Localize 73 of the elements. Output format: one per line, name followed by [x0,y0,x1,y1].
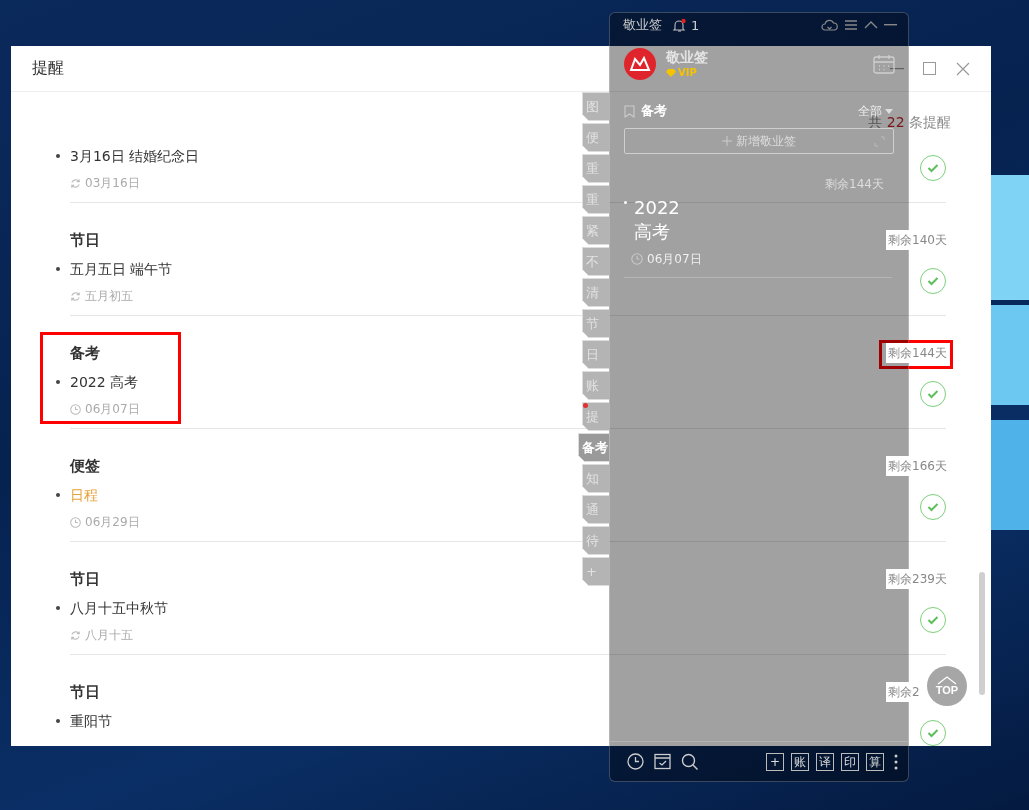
notification-count: 1 [691,17,700,33]
check-icon [927,502,939,512]
clock-icon[interactable] [627,753,644,770]
bullet-icon [56,154,60,158]
bullet-icon [624,201,627,204]
square-icon [923,62,936,75]
clock-icon [631,253,643,265]
days-remaining: 剩余140天 [886,230,949,250]
check-icon [927,389,939,399]
plus-icon [722,136,732,146]
menu-icon[interactable] [844,19,858,31]
vip-badge: VIP [666,67,708,79]
reminder-date: 八月十五 [85,627,133,644]
bullet-icon [56,267,60,271]
reminder-date: 06月07日 [85,401,140,418]
reminder-item[interactable]: 五月五日 端午节 [70,258,173,280]
brand-name: 敬业签 [666,49,708,65]
cloud-sync-icon[interactable] [821,18,838,32]
category-tab[interactable]: + [582,557,609,586]
check-icon [927,728,939,738]
check-icon [927,615,939,625]
window-title: 提醒 [32,58,64,79]
caret-icon [885,108,893,114]
repeat-icon [70,290,81,302]
group-heading: 节日 [70,569,100,590]
group-heading: 节日 [70,682,100,703]
minimize-icon[interactable] [884,23,898,27]
bell-icon[interactable] [672,17,687,33]
bullet-icon [56,719,60,723]
chevron-up-icon [937,676,957,685]
tool-key[interactable]: 算 [866,752,884,771]
repeat-icon [70,177,81,189]
note-date: 06月07日 [647,250,702,268]
tool-key[interactable]: 账 [791,752,809,771]
more-icon[interactable] [894,753,898,770]
tool-key[interactable]: + [766,752,784,771]
reminder-date: 06月29日 [85,514,140,531]
reminder-date: 03月16日 [85,175,140,192]
back-to-top-button[interactable]: TOP [927,666,967,706]
days-remaining: 剩余239天 [886,569,949,589]
reminder-item[interactable]: 日程 [70,484,98,506]
note-text[interactable]: 2022 高考 [634,196,686,244]
days-remaining: 剩余144天 [886,343,949,363]
bullet-icon [56,606,60,610]
days-remaining: 剩余166天 [886,456,949,476]
category-title: 备考 [641,102,667,120]
reminder-item[interactable]: 3月16日 结婚纪念日 [70,145,200,167]
minus-icon [889,67,904,70]
bullet-icon [56,380,60,384]
repeat-icon [70,629,81,641]
group-heading: 备考 [70,343,100,364]
calendar-check-icon[interactable] [654,753,671,770]
clock-icon [70,516,81,528]
bullet-icon [56,493,60,497]
reminder-item[interactable]: 2022 高考 [70,371,139,393]
tool-key[interactable]: 译 [816,752,834,771]
group-heading: 节日 [70,230,100,251]
category-tab[interactable]: 备考 [578,433,609,462]
collapse-icon[interactable] [864,20,878,30]
search-icon[interactable] [681,752,699,771]
reminder-item[interactable]: 重阳节 [70,710,112,732]
days-remaining: 剩余2 [886,682,922,702]
app-name: 敬业签 [623,16,662,34]
clock-icon [70,403,81,415]
tool-key[interactable]: 印 [841,752,859,771]
bookmark-icon [624,104,635,118]
reminder-item[interactable]: 八月十五中秋节 [70,597,168,619]
scrollbar-thumb[interactable] [979,572,985,695]
reminder-date: 五月初五 [85,288,133,305]
check-icon [927,163,939,173]
check-icon [927,276,939,286]
group-heading: 便签 [70,456,100,477]
close-icon [955,61,970,76]
